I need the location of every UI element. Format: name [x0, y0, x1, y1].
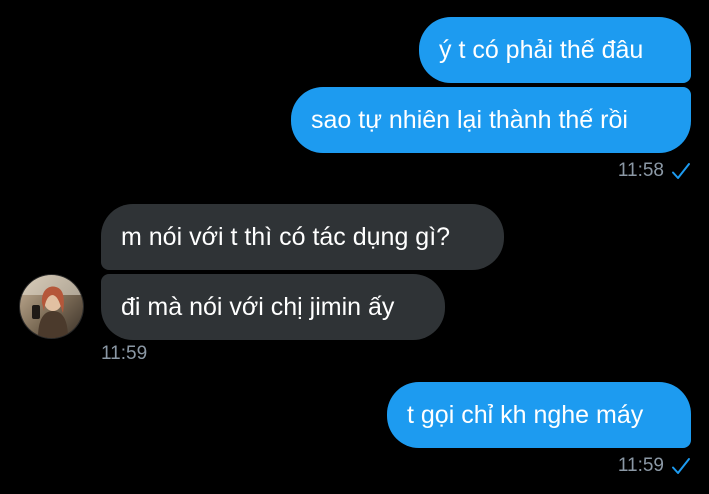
message-meta: 11:59 [618, 455, 691, 477]
message-text: m nói với t thì có tác dụng gì? [121, 223, 451, 251]
message-bubble-outgoing[interactable]: sao tự nhiên lại thành thế rồi [291, 87, 691, 153]
message-bubble-incoming[interactable]: m nói với t thì có tác dụng gì? [101, 204, 504, 270]
message-text: đi mà nói với chị jimin ấy [121, 293, 395, 321]
message-bubble-outgoing[interactable]: t gọi chỉ kh nghe máy [387, 382, 691, 448]
message-text: t gọi chỉ kh nghe máy [407, 401, 644, 429]
message-meta: 11:59 [101, 343, 147, 365]
timestamp: 11:58 [617, 160, 664, 181]
check-icon [672, 163, 690, 179]
avatar-image [20, 275, 83, 338]
message-bubble-outgoing[interactable]: ý t có phải thế đâu [419, 17, 691, 83]
timestamp: 11:59 [101, 343, 148, 364]
avatar[interactable] [20, 275, 83, 338]
message-bubble-incoming[interactable]: đi mà nói với chị jimin ấy [101, 274, 445, 340]
check-icon [672, 458, 690, 474]
message-text: ý t có phải thế đâu [439, 36, 644, 64]
message-meta: 11:58 [618, 160, 691, 182]
message-text: sao tự nhiên lại thành thế rồi [311, 106, 628, 134]
timestamp: 11:59 [617, 455, 664, 476]
